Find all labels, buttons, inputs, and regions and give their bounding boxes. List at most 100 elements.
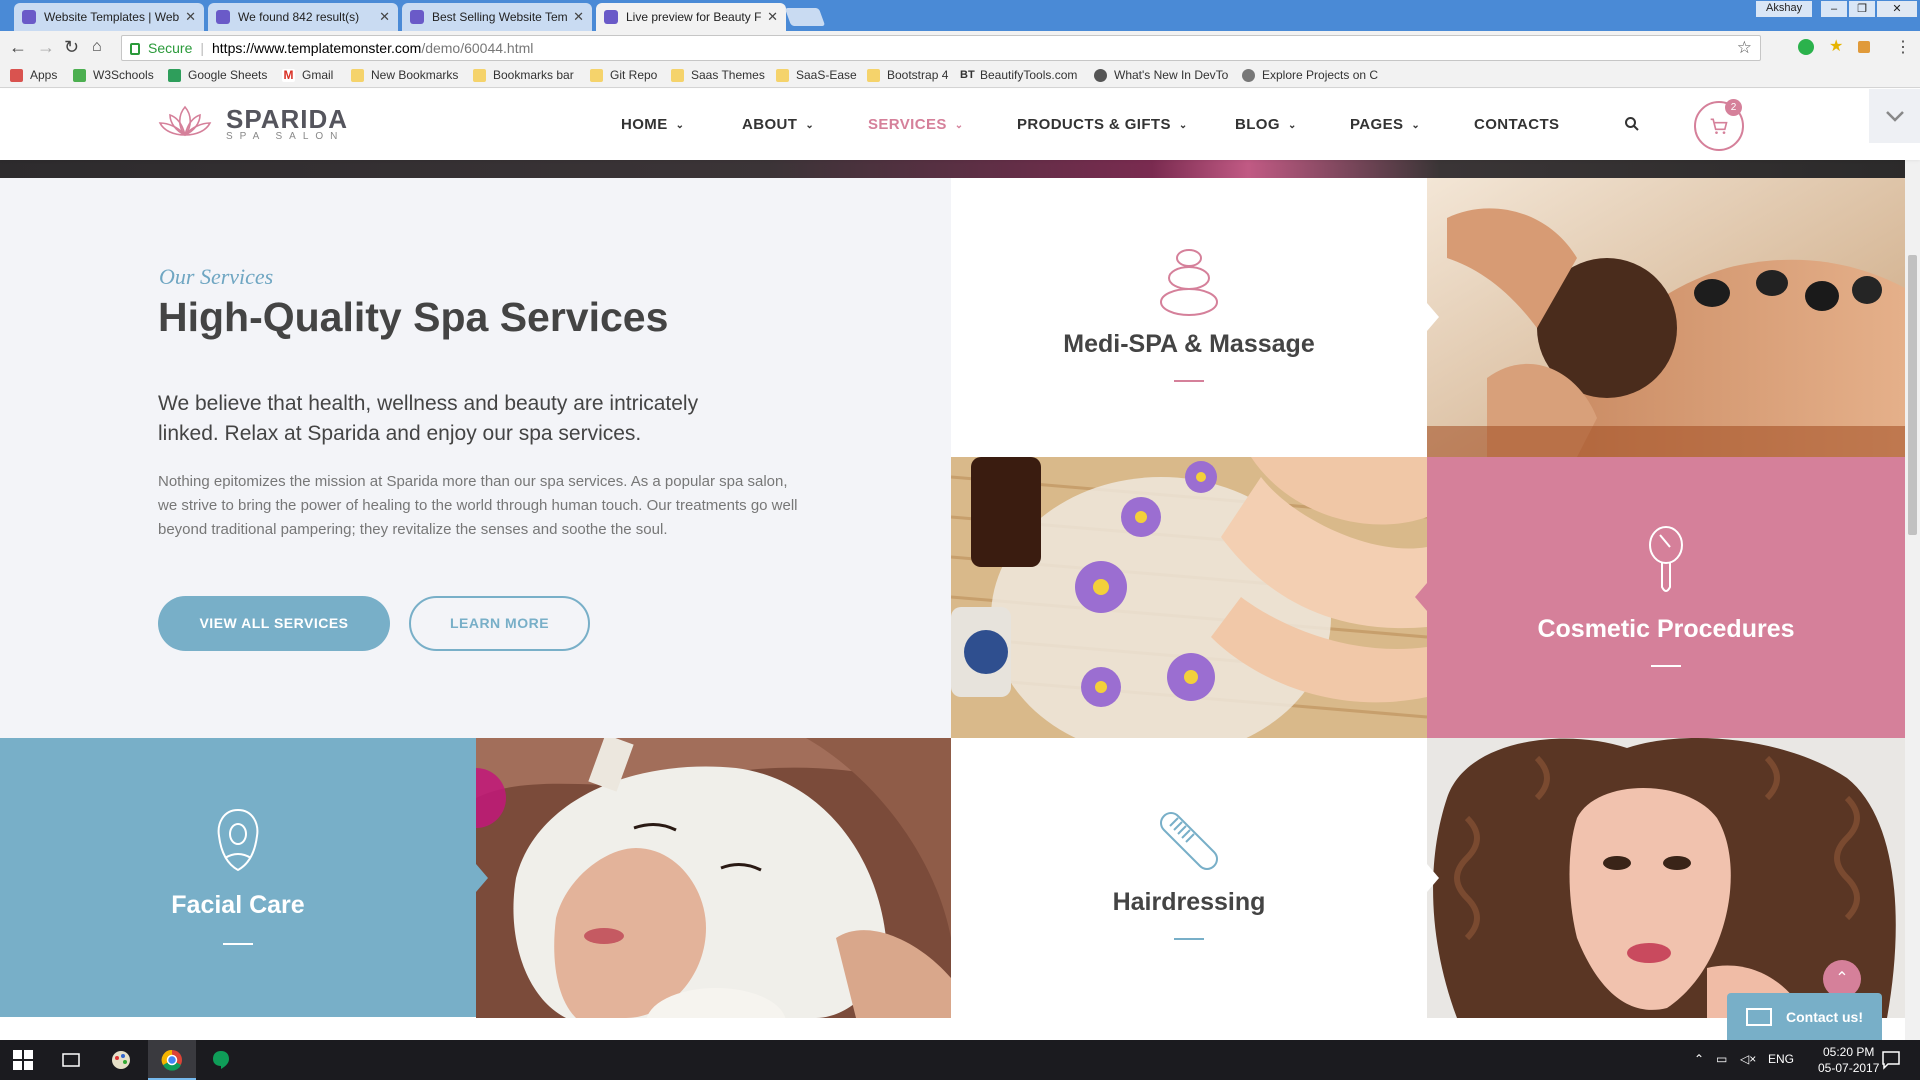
close-tab-icon[interactable]: ✕ (379, 9, 390, 25)
network-icon[interactable]: ▭ (1716, 1052, 1727, 1066)
clock-time: 05:20 PM (1823, 1045, 1875, 1059)
paint-app-icon[interactable] (110, 1049, 132, 1071)
address-bar[interactable]: Secure | https://www.templatemonster.com… (121, 35, 1761, 61)
bookmark-devtools[interactable]: What's New In DevTo (1094, 68, 1228, 82)
close-window-icon[interactable]: ✕ (1877, 1, 1917, 17)
nav-pages[interactable]: PAGES ⌄ (1350, 116, 1420, 133)
nav-services[interactable]: SERVICES ⌄ (868, 116, 964, 133)
panel-toggle-button[interactable] (1869, 89, 1920, 143)
bookmark-folder[interactable]: Bootstrap 4 (867, 68, 948, 82)
bookmark-gmail[interactable]: M Gmail (282, 68, 333, 82)
bookmark-folder[interactable]: Git Repo (590, 68, 657, 82)
reload-icon[interactable]: ↻ (64, 37, 79, 58)
service-tile-hairdressing[interactable]: Hairdressing (951, 738, 1427, 1017)
apps-grid-icon (10, 68, 23, 82)
logo-tagline: SPA SALON (226, 131, 345, 142)
manicure-photo (951, 457, 1427, 738)
close-tab-icon[interactable]: ✕ (573, 9, 584, 25)
bookmark-apps[interactable]: Apps (10, 68, 57, 82)
bookmark-folder[interactable]: New Bookmarks (351, 68, 458, 82)
chevron-down-icon: ⌄ (1411, 120, 1421, 131)
browser-tab[interactable]: Best Selling Website Tem ✕ (402, 3, 592, 31)
service-tile-facial[interactable]: Facial Care (0, 738, 476, 1017)
lock-icon (130, 43, 140, 55)
cart-count-badge: 2 (1725, 99, 1742, 116)
comb-icon (1160, 812, 1218, 870)
bookmark-folder[interactable]: Bookmarks bar (473, 68, 574, 82)
browser-toolbar: ← → ↻ ⌂ Secure | https://www.templatemon… (0, 31, 1920, 64)
bookmark-folder[interactable]: SaaS-Ease (776, 68, 857, 82)
new-tab-button[interactable] (784, 8, 826, 26)
volume-icon[interactable]: ◁× (1740, 1052, 1756, 1066)
home-icon[interactable]: ⌂ (92, 38, 102, 56)
service-tile-massage[interactable]: Medi-SPA & Massage (951, 178, 1427, 457)
contact-us-button[interactable]: Contact us! (1727, 993, 1882, 1041)
profile-button[interactable]: Akshay (1756, 1, 1813, 17)
learn-more-button[interactable]: LEARN MORE (409, 596, 590, 651)
action-center-icon[interactable] (1880, 1049, 1902, 1071)
extension-star-icon[interactable]: ★ (1829, 36, 1845, 55)
tab-title: Best Selling Website Tem (432, 10, 568, 24)
lotus-logo-icon[interactable] (158, 103, 212, 141)
close-tab-icon[interactable]: ✕ (185, 9, 196, 25)
back-arrow-icon[interactable]: ← (9, 37, 27, 58)
divider: | (200, 40, 204, 56)
language-indicator[interactable]: ENG (1768, 1052, 1794, 1066)
scrollbar-thumb[interactable] (1908, 255, 1917, 535)
folder-icon (590, 68, 603, 82)
nav-products-gifts[interactable]: PRODUCTS & GIFTS ⌄ (1017, 116, 1188, 133)
tile-title: Medi-SPA & Massage (1063, 330, 1315, 358)
gmail-icon: M (282, 67, 295, 82)
bookmark-google-sheets[interactable]: Google Sheets (168, 68, 267, 82)
extension-orange-icon[interactable] (1858, 41, 1870, 53)
chevron-up-icon: ⌃ (1835, 970, 1849, 987)
tray-overflow-icon[interactable]: ⌃ (1694, 1052, 1704, 1066)
clock-date: 05-07-2017 (1818, 1061, 1880, 1075)
tile-title: Hairdressing (1112, 888, 1266, 916)
bookmark-beautifytools[interactable]: BT BeautifyTools.com (960, 68, 1077, 82)
sheets-icon (168, 68, 181, 82)
section-lead: We believe that health, wellness and bea… (158, 392, 699, 445)
service-tile-cosmetic[interactable]: Cosmetic Procedures (1427, 457, 1905, 738)
chevron-down-icon (1886, 111, 1904, 122)
nav-about[interactable]: ABOUT ⌄ (742, 116, 814, 133)
browser-tab[interactable]: Website Templates | Web ✕ (14, 3, 204, 31)
tile-pointer (476, 864, 488, 892)
shopping-cart-icon (1710, 118, 1728, 134)
chrome-menu-icon[interactable]: ⋮ (1895, 37, 1911, 57)
chevron-down-icon: ⌄ (675, 120, 685, 131)
tab-title: We found 842 result(s) (238, 10, 360, 24)
extension-green-icon[interactable] (1798, 39, 1814, 55)
nav-home[interactable]: HOME ⌄ (621, 116, 684, 133)
restore-icon[interactable]: ❐ (1849, 1, 1875, 17)
facial-mask-image (476, 738, 951, 1018)
nav-contacts[interactable]: CONTACTS (1474, 116, 1559, 133)
browser-tab-active[interactable]: Live preview for Beauty F ✕ (596, 3, 786, 31)
tab-title: Website Templates | Web (44, 10, 180, 24)
close-tab-icon[interactable]: ✕ (767, 9, 778, 25)
folder-icon (671, 68, 684, 82)
folder-icon (473, 68, 486, 82)
browser-tab[interactable]: We found 842 result(s) ✕ (208, 3, 398, 31)
stones-icon (1160, 249, 1218, 316)
view-all-services-button[interactable]: VIEW ALL SERVICES (158, 596, 390, 651)
search-icon[interactable] (1624, 116, 1640, 132)
templatemonster-favicon-icon (22, 10, 36, 24)
mirror-icon (1649, 526, 1683, 592)
bookmark-star-icon[interactable]: ☆ (1737, 38, 1752, 58)
bookmark-explore[interactable]: Explore Projects on C (1242, 68, 1378, 82)
nav-blog[interactable]: BLOG ⌄ (1235, 116, 1297, 133)
hangouts-icon[interactable] (210, 1049, 232, 1071)
hero-image-bottom-edge (0, 160, 1920, 178)
system-clock[interactable]: 05:20 PM 05-07-2017 (1818, 1044, 1879, 1076)
forward-arrow-icon[interactable]: → (37, 37, 55, 58)
task-view-icon[interactable] (60, 1049, 82, 1071)
bookmark-folder[interactable]: Saas Themes (671, 68, 765, 82)
windows-start-icon[interactable] (12, 1049, 34, 1071)
facial-photo (476, 738, 951, 1018)
templatemonster-favicon-icon (410, 10, 424, 24)
minimize-icon[interactable]: – (1821, 1, 1847, 17)
tile-title: Cosmetic Procedures (1537, 615, 1795, 643)
bookmark-w3schools[interactable]: W3Schools (73, 68, 154, 82)
secure-label: Secure (148, 40, 193, 56)
